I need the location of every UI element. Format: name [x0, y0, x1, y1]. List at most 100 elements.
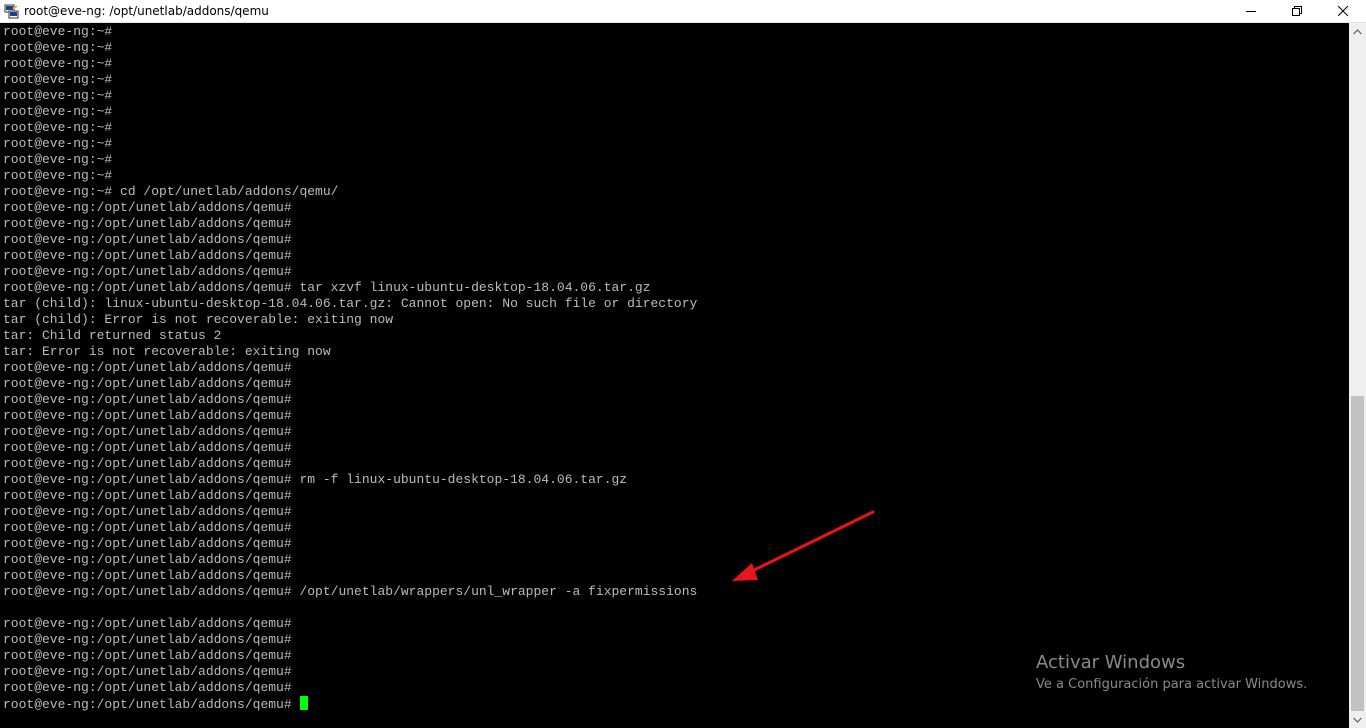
terminal-line-text: tar: Child returned status 2: [3, 328, 222, 343]
activation-watermark: Activar Windows Ve a Configuración para …: [1036, 651, 1307, 695]
terminal-line: root@eve-ng:/opt/unetlab/addons/qemu#: [3, 568, 697, 584]
terminal-line: root@eve-ng:/opt/unetlab/addons/qemu# /o…: [3, 584, 697, 600]
terminal-line: root@eve-ng:/opt/unetlab/addons/qemu#: [3, 536, 697, 552]
terminal-line: tar (child): Error is not recoverable: e…: [3, 312, 697, 328]
close-icon: [1338, 6, 1348, 16]
terminal-line: root@eve-ng:~#: [3, 24, 697, 40]
terminal-line-text: root@eve-ng:/opt/unetlab/addons/qemu#: [3, 680, 292, 695]
terminal-line-text: root@eve-ng:/opt/unetlab/addons/qemu#: [3, 664, 292, 679]
scroll-down-button[interactable]: [1349, 711, 1366, 728]
terminal-line-text: root@eve-ng:~#: [3, 56, 113, 71]
terminal-line-text: root@eve-ng:~# cd /opt/unetlab/addons/qe…: [3, 184, 339, 199]
terminal-line: root@eve-ng:/opt/unetlab/addons/qemu#: [3, 360, 697, 376]
terminal-line: root@eve-ng:/opt/unetlab/addons/qemu#: [3, 424, 697, 440]
terminal-line-text: root@eve-ng:~#: [3, 152, 113, 167]
terminal-line: root@eve-ng:/opt/unetlab/addons/qemu#: [3, 504, 697, 520]
minimize-icon: [1246, 11, 1256, 12]
terminal-lines: root@eve-ng:~# root@eve-ng:~# root@eve-ng:…: [3, 24, 697, 712]
terminal-line: root@eve-ng:/opt/unetlab/addons/qemu#: [3, 392, 697, 408]
vertical-scrollbar[interactable]: [1349, 23, 1366, 728]
terminal-line-text: root@eve-ng:/opt/unetlab/addons/qemu#: [3, 424, 292, 439]
terminal-line-text: root@eve-ng:/opt/unetlab/addons/qemu#: [3, 440, 292, 455]
terminal-line: root@eve-ng:/opt/unetlab/addons/qemu#: [3, 440, 697, 456]
terminal-line: root@eve-ng:~#: [3, 168, 697, 184]
terminal-line-text: root@eve-ng:/opt/unetlab/addons/qemu#: [3, 200, 292, 215]
terminal-line: root@eve-ng:/opt/unetlab/addons/qemu#: [3, 696, 697, 712]
terminal-line: root@eve-ng:/opt/unetlab/addons/qemu#: [3, 648, 697, 664]
terminal-line-text: root@eve-ng:~#: [3, 24, 113, 39]
terminal-line-text: root@eve-ng:~#: [3, 72, 113, 87]
maximize-button[interactable]: [1274, 0, 1320, 22]
terminal-line: tar: Error is not recoverable: exiting n…: [3, 344, 697, 360]
terminal-output[interactable]: root@eve-ng:~# root@eve-ng:~# root@eve-ng:…: [0, 23, 1349, 728]
terminal-line: root@eve-ng:/opt/unetlab/addons/qemu#: [3, 456, 697, 472]
terminal-line: root@eve-ng:~#: [3, 152, 697, 168]
terminal-line: root@eve-ng:/opt/unetlab/addons/qemu#: [3, 232, 697, 248]
terminal-line: root@eve-ng:~#: [3, 88, 697, 104]
terminal-line: root@eve-ng:/opt/unetlab/addons/qemu#: [3, 616, 697, 632]
terminal-line-text: tar (child): Error is not recoverable: e…: [3, 312, 394, 327]
terminal-line: root@eve-ng:/opt/unetlab/addons/qemu#: [3, 200, 697, 216]
terminal-line-text: root@eve-ng:/opt/unetlab/addons/qemu#: [3, 520, 292, 535]
close-button[interactable]: [1320, 0, 1366, 22]
putty-icon: [4, 4, 19, 19]
terminal-line: root@eve-ng:/opt/unetlab/addons/qemu#: [3, 248, 697, 264]
title-bar[interactable]: root@eve-ng: /opt/unetlab/addons/qemu: [0, 0, 1366, 23]
terminal-line-text: root@eve-ng:~#: [3, 120, 113, 135]
watermark-title: Activar Windows: [1036, 652, 1186, 673]
terminal-line: root@eve-ng:~#: [3, 56, 697, 72]
terminal-line: root@eve-ng:/opt/unetlab/addons/qemu#: [3, 264, 697, 280]
window-title: root@eve-ng: /opt/unetlab/addons/qemu: [24, 4, 269, 18]
terminal-line-text: root@eve-ng:/opt/unetlab/addons/qemu# /o…: [3, 584, 698, 599]
terminal-line: root@eve-ng:/opt/unetlab/addons/qemu#: [3, 664, 697, 680]
terminal-line: root@eve-ng:/opt/unetlab/addons/qemu#: [3, 680, 697, 696]
terminal-line-text: root@eve-ng:/opt/unetlab/addons/qemu#: [3, 648, 292, 663]
terminal-line-text: root@eve-ng:/opt/unetlab/addons/qemu#: [3, 697, 292, 712]
terminal-line: root@eve-ng:/opt/unetlab/addons/qemu#: [3, 632, 697, 648]
terminal-line-text: root@eve-ng:~#: [3, 88, 113, 103]
terminal-line-text: root@eve-ng:/opt/unetlab/addons/qemu# rm…: [3, 472, 628, 487]
terminal-line-text: root@eve-ng:/opt/unetlab/addons/qemu#: [3, 616, 292, 631]
terminal-line-text: root@eve-ng:/opt/unetlab/addons/qemu#: [3, 392, 292, 407]
terminal-line-text: root@eve-ng:~#: [3, 136, 113, 151]
terminal-line: root@eve-ng:/opt/unetlab/addons/qemu#: [3, 216, 697, 232]
terminal-line-text: root@eve-ng:/opt/unetlab/addons/qemu#: [3, 536, 292, 551]
terminal-line-text: root@eve-ng:/opt/unetlab/addons/qemu# ta…: [3, 280, 651, 295]
terminal-line: root@eve-ng:/opt/unetlab/addons/qemu#: [3, 488, 697, 504]
terminal-line-text: root@eve-ng:/opt/unetlab/addons/qemu#: [3, 248, 292, 263]
terminal-line-text: root@eve-ng:~#: [3, 104, 113, 119]
scroll-up-button[interactable]: [1349, 23, 1366, 40]
terminal-line-text: root@eve-ng:~#: [3, 40, 113, 55]
terminal-line: root@eve-ng:/opt/unetlab/addons/qemu#: [3, 376, 697, 392]
terminal-line: tar (child): linux-ubuntu-desktop-18.04.…: [3, 296, 697, 312]
terminal-line-text: root@eve-ng:/opt/unetlab/addons/qemu#: [3, 456, 292, 471]
terminal-line: tar: Child returned status 2: [3, 328, 697, 344]
text-cursor: [299, 696, 308, 710]
terminal-line-text: root@eve-ng:/opt/unetlab/addons/qemu#: [3, 488, 292, 503]
terminal-line-text: root@eve-ng:/opt/unetlab/addons/qemu#: [3, 376, 292, 391]
terminal-line-text: root@eve-ng:/opt/unetlab/addons/qemu#: [3, 232, 292, 247]
minimize-button[interactable]: [1228, 0, 1274, 22]
terminal-line: root@eve-ng:~#: [3, 120, 697, 136]
watermark-subtitle: Ve a Configuración para activar Windows.: [1036, 677, 1308, 692]
terminal-line-text: root@eve-ng:/opt/unetlab/addons/qemu#: [3, 360, 292, 375]
terminal-line-text: root@eve-ng:/opt/unetlab/addons/qemu#: [3, 568, 292, 583]
terminal-line: root@eve-ng:~#: [3, 40, 697, 56]
terminal-line-text: tar (child): linux-ubuntu-desktop-18.04.…: [3, 296, 698, 311]
terminal-line: root@eve-ng:~#: [3, 72, 697, 88]
scroll-thumb[interactable]: [1351, 396, 1364, 711]
terminal-line: root@eve-ng:/opt/unetlab/addons/qemu#: [3, 520, 697, 536]
scroll-down-arrow-icon: [1353, 717, 1362, 723]
terminal-line: root@eve-ng:/opt/unetlab/addons/qemu#: [3, 552, 697, 568]
restore-icon: [1292, 6, 1302, 16]
terminal-line-text: tar: Error is not recoverable: exiting n…: [3, 344, 331, 359]
terminal-line-text: root@eve-ng:/opt/unetlab/addons/qemu#: [3, 552, 292, 567]
terminal-line: root@eve-ng:~#: [3, 136, 697, 152]
terminal-line-text: root@eve-ng:/opt/unetlab/addons/qemu#: [3, 632, 292, 647]
terminal-line-text: root@eve-ng:~#: [3, 168, 113, 183]
terminal-line: root@eve-ng:~# cd /opt/unetlab/addons/qe…: [3, 184, 697, 200]
terminal-line-text: root@eve-ng:/opt/unetlab/addons/qemu#: [3, 264, 292, 279]
terminal-line-text: root@eve-ng:/opt/unetlab/addons/qemu#: [3, 216, 292, 231]
scroll-up-arrow-icon: [1353, 28, 1362, 34]
